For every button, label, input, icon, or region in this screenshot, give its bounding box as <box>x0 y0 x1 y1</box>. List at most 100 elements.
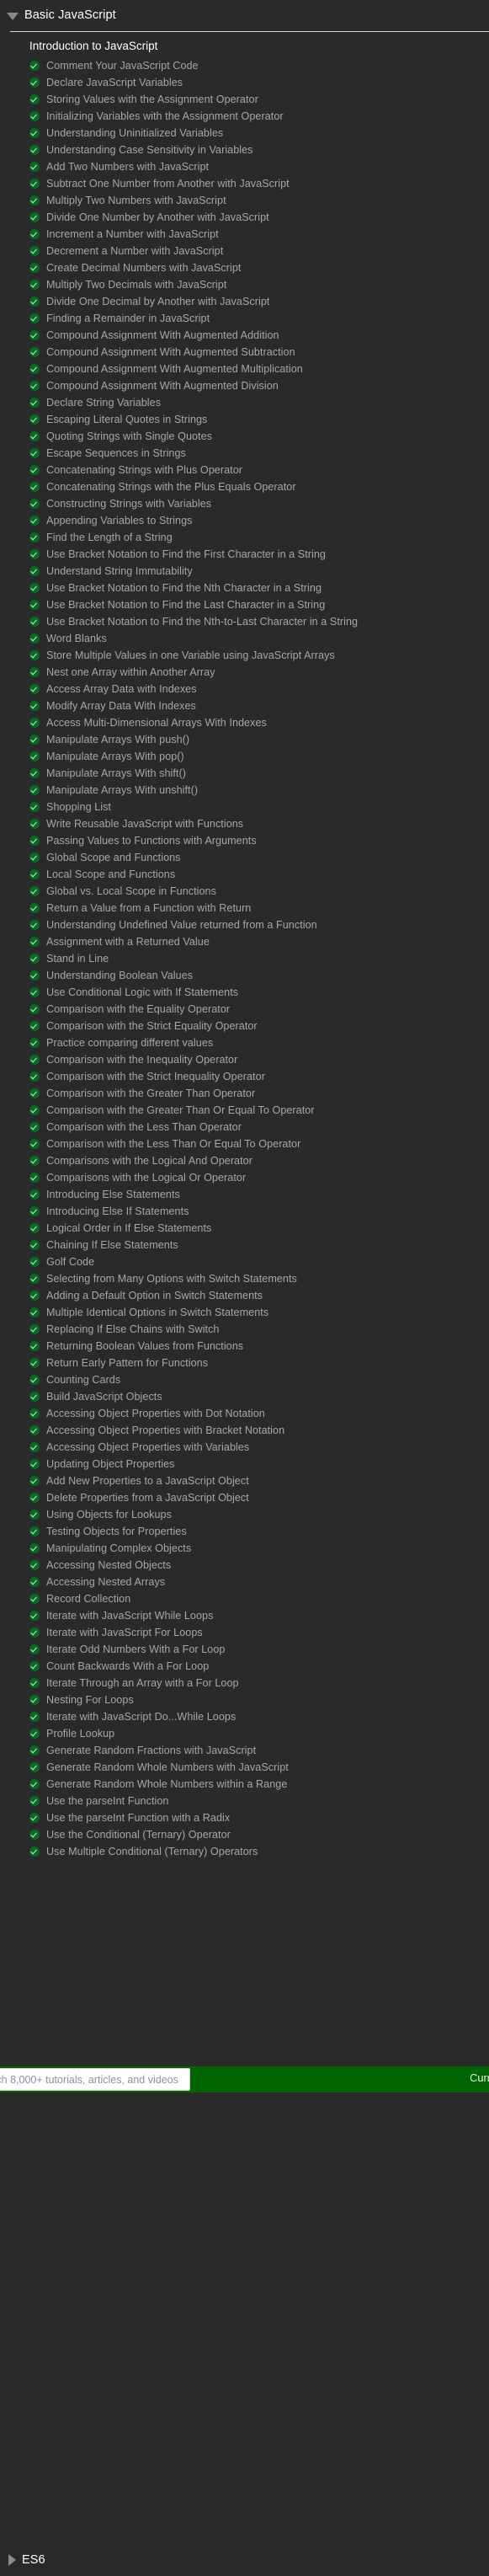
challenge-item[interactable]: Declare JavaScript Variables <box>29 74 489 91</box>
challenge-item[interactable]: Stand in Line <box>29 950 489 967</box>
challenge-item[interactable]: Use the Conditional (Ternary) Operator <box>29 1826 489 1843</box>
challenge-item[interactable]: Finding a Remainder in JavaScript <box>29 310 489 327</box>
challenge-item[interactable]: Use Bracket Notation to Find the Nth Cha… <box>29 580 489 596</box>
challenge-item[interactable]: Use Bracket Notation to Find the Nth-to-… <box>29 613 489 630</box>
challenge-item[interactable]: Updating Object Properties <box>29 1456 489 1472</box>
challenge-item[interactable]: Multiple Identical Options in Switch Sta… <box>29 1304 489 1321</box>
challenge-item[interactable]: Compound Assignment With Augmented Divis… <box>29 377 489 394</box>
challenge-item[interactable]: Global vs. Local Scope in Functions <box>29 883 489 900</box>
challenge-item[interactable]: Comparison with the Equality Operator <box>29 1001 489 1018</box>
challenge-item[interactable]: Divide One Number by Another with JavaSc… <box>29 209 489 226</box>
challenge-item[interactable]: Accessing Object Properties with Bracket… <box>29 1422 489 1439</box>
challenge-item[interactable]: Use Multiple Conditional (Ternary) Opera… <box>29 1843 489 1860</box>
challenge-item[interactable]: Understand String Immutability <box>29 563 489 580</box>
challenge-item[interactable]: Using Objects for Lookups <box>29 1506 489 1523</box>
challenge-item[interactable]: Modify Array Data With Indexes <box>29 697 489 714</box>
challenge-item[interactable]: Practice comparing different values <box>29 1034 489 1051</box>
challenge-item[interactable]: Manipulating Complex Objects <box>29 1540 489 1557</box>
challenge-item[interactable]: Use the parseInt Function with a Radix <box>29 1809 489 1826</box>
superblock-header-basic-javascript[interactable]: Basic JavaScript <box>0 0 489 29</box>
challenge-item[interactable]: Counting Cards <box>29 1371 489 1388</box>
challenge-item[interactable]: Write Reusable JavaScript with Functions <box>29 815 489 832</box>
challenge-item[interactable]: Comparison with the Less Than Or Equal T… <box>29 1136 489 1152</box>
challenge-item[interactable]: Generate Random Whole Numbers within a R… <box>29 1776 489 1793</box>
challenge-item[interactable]: Multiply Two Decimals with JavaScript <box>29 276 489 293</box>
challenge-item[interactable]: Compound Assignment With Augmented Multi… <box>29 361 489 377</box>
challenge-item[interactable]: Generate Random Whole Numbers with JavaS… <box>29 1759 489 1776</box>
challenge-item[interactable]: Add New Properties to a JavaScript Objec… <box>29 1472 489 1489</box>
challenge-item[interactable]: Adding a Default Option in Switch Statem… <box>29 1287 489 1304</box>
challenge-item[interactable]: Accessing Nested Objects <box>29 1557 489 1574</box>
challenge-item[interactable]: Comparison with the Inequality Operator <box>29 1051 489 1068</box>
challenge-item[interactable]: Introducing Else If Statements <box>29 1203 489 1220</box>
challenge-item[interactable]: Accessing Object Properties with Dot Not… <box>29 1405 489 1422</box>
challenge-item[interactable]: Accessing Nested Arrays <box>29 1574 489 1590</box>
challenge-item[interactable]: Understanding Boolean Values <box>29 967 489 984</box>
challenge-item[interactable]: Chaining If Else Statements <box>29 1237 489 1253</box>
challenge-item[interactable]: Testing Objects for Properties <box>29 1523 489 1540</box>
challenge-item[interactable]: Returning Boolean Values from Functions <box>29 1338 489 1355</box>
search-input[interactable] <box>0 2073 181 2086</box>
challenge-item[interactable]: Global Scope and Functions <box>29 849 489 866</box>
challenge-item[interactable]: Comparison with the Greater Than Or Equa… <box>29 1102 489 1119</box>
challenge-item[interactable]: Iterate Odd Numbers With a For Loop <box>29 1641 489 1658</box>
challenge-item[interactable]: Comment Your JavaScript Code <box>29 57 489 74</box>
challenge-item[interactable]: Concatenating Strings with the Plus Equa… <box>29 478 489 495</box>
challenge-item[interactable]: Create Decimal Numbers with JavaScript <box>29 259 489 276</box>
challenge-item[interactable]: Escape Sequences in Strings <box>29 445 489 462</box>
challenge-item[interactable]: Initializing Variables with the Assignme… <box>29 108 489 125</box>
challenge-item[interactable]: Accessing Object Properties with Variabl… <box>29 1439 489 1456</box>
challenge-item[interactable]: Iterate with JavaScript Do...While Loops <box>29 1708 489 1725</box>
challenge-item[interactable]: Comparison with the Less Than Operator <box>29 1119 489 1136</box>
challenge-item[interactable]: Escaping Literal Quotes in Strings <box>29 411 489 428</box>
challenge-item[interactable]: Comparisons with the Logical And Operato… <box>29 1152 489 1169</box>
challenge-item[interactable]: Compound Assignment With Augmented Subtr… <box>29 344 489 361</box>
challenge-item[interactable]: Multiply Two Numbers with JavaScript <box>29 192 489 209</box>
challenge-item[interactable]: Comparisons with the Logical Or Operator <box>29 1169 489 1186</box>
challenge-item[interactable]: Comparison with the Strict Equality Oper… <box>29 1018 489 1034</box>
challenge-item[interactable]: Understanding Uninitialized Variables <box>29 125 489 142</box>
challenge-item[interactable]: Return a Value from a Function with Retu… <box>29 900 489 917</box>
challenge-item[interactable]: Add Two Numbers with JavaScript <box>29 158 489 175</box>
challenge-item[interactable]: Appending Variables to Strings <box>29 512 489 529</box>
challenge-item[interactable]: Concatenating Strings with Plus Operator <box>29 462 489 478</box>
challenge-item[interactable]: Understanding Undefined Value returned f… <box>29 917 489 933</box>
challenge-item[interactable]: Divide One Decimal by Another with JavaS… <box>29 293 489 310</box>
challenge-item[interactable]: Storing Values with the Assignment Opera… <box>29 91 489 108</box>
challenge-item[interactable]: Iterate with JavaScript For Loops <box>29 1624 489 1641</box>
challenge-item[interactable]: Find the Length of a String <box>29 529 489 546</box>
challenge-item[interactable]: Access Array Data with Indexes <box>29 681 489 697</box>
challenge-item[interactable]: Replacing If Else Chains with Switch <box>29 1321 489 1338</box>
challenge-item[interactable]: Local Scope and Functions <box>29 866 489 883</box>
challenge-item[interactable]: Compound Assignment With Augmented Addit… <box>29 327 489 344</box>
challenge-item[interactable]: Generate Random Fractions with JavaScrip… <box>29 1742 489 1759</box>
challenge-item[interactable]: Count Backwards With a For Loop <box>29 1658 489 1675</box>
challenge-item[interactable]: Word Blanks <box>29 630 489 647</box>
nav-link-curriculum[interactable]: Curriculum <box>470 2071 489 2084</box>
challenge-item[interactable]: Manipulate Arrays With shift() <box>29 765 489 782</box>
challenge-item[interactable]: Constructing Strings with Variables <box>29 495 489 512</box>
challenge-item[interactable]: Use Conditional Logic with If Statements <box>29 984 489 1001</box>
challenge-item[interactable]: Golf Code <box>29 1253 489 1270</box>
challenge-item[interactable]: Iterate with JavaScript While Loops <box>29 1607 489 1624</box>
challenge-item[interactable]: Nest one Array within Another Array <box>29 664 489 681</box>
challenge-item[interactable]: Delete Properties from a JavaScript Obje… <box>29 1489 489 1506</box>
challenge-item[interactable]: Build JavaScript Objects <box>29 1388 489 1405</box>
search-box[interactable] <box>0 2068 190 2091</box>
challenge-item[interactable]: Manipulate Arrays With pop() <box>29 748 489 765</box>
challenge-item[interactable]: Selecting from Many Options with Switch … <box>29 1270 489 1287</box>
challenge-item[interactable]: Assignment with a Returned Value <box>29 933 489 950</box>
challenge-item[interactable]: Use the parseInt Function <box>29 1793 489 1809</box>
challenge-item[interactable]: Comparison with the Greater Than Operato… <box>29 1085 489 1102</box>
challenge-item[interactable]: Use Bracket Notation to Find the Last Ch… <box>29 596 489 613</box>
challenge-item[interactable]: Subtract One Number from Another with Ja… <box>29 175 489 192</box>
challenge-item[interactable]: Comparison with the Strict Inequality Op… <box>29 1068 489 1085</box>
challenge-item[interactable]: Understanding Case Sensitivity in Variab… <box>29 142 489 158</box>
challenge-item[interactable]: Use Bracket Notation to Find the First C… <box>29 546 489 563</box>
challenge-item[interactable]: Shopping List <box>29 799 489 815</box>
challenge-item[interactable]: Profile Lookup <box>29 1725 489 1742</box>
challenge-item[interactable]: Nesting For Loops <box>29 1692 489 1708</box>
challenge-item[interactable]: Manipulate Arrays With unshift() <box>29 782 489 799</box>
challenge-item[interactable]: Logical Order in If Else Statements <box>29 1220 489 1237</box>
challenge-item[interactable]: Introducing Else Statements <box>29 1186 489 1203</box>
